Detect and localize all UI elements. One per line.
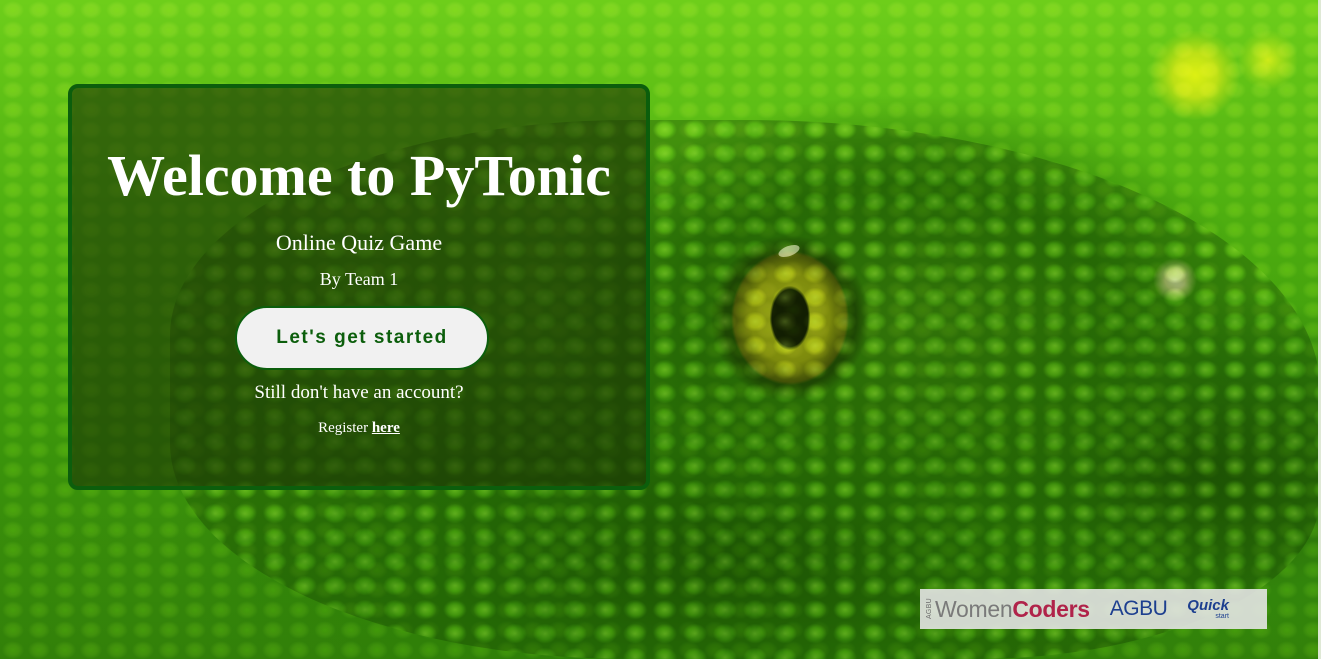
welcome-card: Welcome to PyTonic Online Quiz Game By T… bbox=[68, 84, 650, 490]
quickstart-logo: Quick start bbox=[1187, 598, 1229, 620]
quickstart-logo-sub: start bbox=[1215, 613, 1229, 620]
background-image: Welcome to PyTonic Online Quiz Game By T… bbox=[0, 0, 1321, 659]
quickstart-logo-main: Quick bbox=[1187, 597, 1229, 614]
agbu-small-label: AGBU bbox=[926, 598, 933, 620]
account-prompt: Still don't have an account? bbox=[254, 382, 464, 403]
team-label: By Team 1 bbox=[319, 269, 399, 289]
women-coders-logo-coders: Coders bbox=[1012, 595, 1090, 622]
page-title: Welcome to PyTonic bbox=[107, 143, 611, 208]
register-prefix: Register bbox=[318, 420, 372, 436]
get-started-button[interactable]: Let's get started bbox=[235, 306, 489, 370]
register-line: Register here bbox=[72, 419, 646, 437]
register-link[interactable]: here bbox=[372, 420, 400, 436]
women-coders-logo-women: Women bbox=[935, 595, 1013, 622]
agbu-logo: AGBU bbox=[1109, 597, 1168, 620]
sponsor-banner: AGBU Women Coders AGBU Quick start bbox=[920, 589, 1267, 629]
subtitle: Online Quiz Game bbox=[275, 230, 443, 255]
